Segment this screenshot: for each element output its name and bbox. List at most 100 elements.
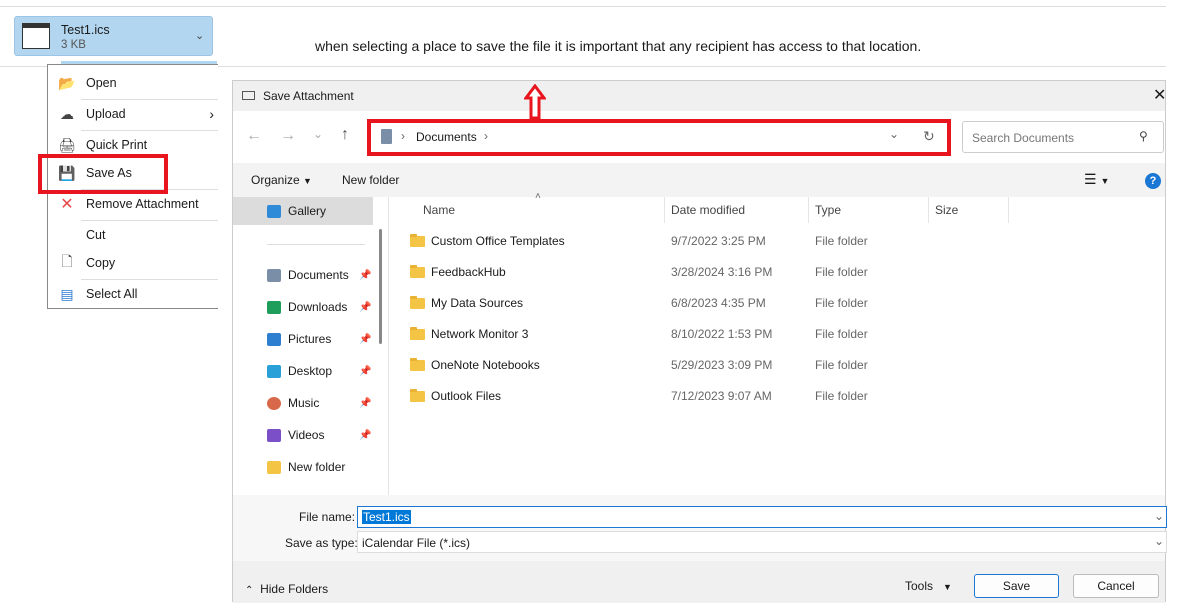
file-name: Custom Office Templates — [431, 234, 565, 248]
file-name: My Data Sources — [431, 296, 524, 310]
chevron-up-icon: ⌃ — [245, 585, 254, 596]
help-icon[interactable]: ? — [1145, 173, 1161, 189]
dialog-title: Save Attachment — [263, 89, 354, 103]
dialog-icon — [242, 91, 255, 100]
folder-icon — [410, 233, 425, 247]
cancel-button[interactable]: Cancel — [1073, 574, 1159, 598]
pin-icon: 📌 — [359, 301, 372, 313]
file-date: 5/29/2023 3:09 PM — [671, 358, 773, 372]
save-type-label: Save as type: — [285, 536, 358, 550]
file-name: Network Monitor 3 — [431, 327, 529, 341]
folder-icon — [267, 460, 281, 474]
file-row[interactable]: FeedbackHub 3/28/2024 3:16 PM File folde… — [388, 257, 1088, 287]
desktop-icon — [267, 364, 281, 378]
file-row[interactable]: Network Monitor 3 8/10/2022 1:53 PM File… — [388, 319, 1088, 349]
sort-indicator-icon: ˄ — [535, 191, 541, 202]
search-input[interactable]: Search Documents ⚲ — [962, 121, 1164, 153]
file-date: 8/10/2022 1:53 PM — [671, 327, 773, 341]
file-name: Outlook Files — [431, 389, 502, 403]
file-type: File folder — [815, 358, 868, 372]
up-arrow-icon[interactable]: ↑ — [341, 126, 349, 144]
pin-icon: 📌 — [359, 429, 372, 441]
attachment-name: Test1.ics — [61, 23, 110, 37]
view-options-icon[interactable]: ☰ ▼ — [1084, 171, 1109, 188]
attachment-chip[interactable]: Test1.ics 3 KB ⌄ — [14, 16, 213, 56]
open-folder-icon: 📂 — [58, 74, 76, 91]
file-row[interactable]: OneNote Notebooks 5/29/2023 3:09 PM File… — [388, 350, 1088, 380]
documents-icon — [267, 268, 281, 282]
file-name-label: File name: — [299, 510, 356, 524]
save-button[interactable]: Save — [974, 574, 1059, 598]
file-date: 7/12/2023 9:07 AM — [671, 389, 772, 403]
pin-icon: 📌 — [359, 397, 372, 409]
highlight-arrow-icon — [524, 84, 546, 120]
column-header-date[interactable]: Date modified — [671, 203, 745, 217]
column-header-type[interactable]: Type — [815, 203, 841, 217]
tools-button[interactable]: Tools ▼ — [905, 579, 952, 593]
attachment-size: 3 KB — [61, 39, 86, 51]
recent-chevron-icon[interactable]: ⌄ — [313, 127, 323, 141]
gallery-icon — [267, 204, 281, 218]
hide-folders-button[interactable]: ⌃ Hide Folders — [245, 582, 328, 596]
file-row[interactable]: Outlook Files 7/12/2023 9:07 AM File fol… — [388, 381, 1088, 411]
music-icon — [267, 396, 281, 410]
close-icon[interactable]: ✕ — [1153, 85, 1166, 105]
chevron-down-icon[interactable]: ⌄ — [1154, 509, 1164, 523]
file-name-input[interactable]: Test1.ics ⌄ — [357, 506, 1167, 528]
new-folder-button[interactable]: New folder — [342, 173, 399, 187]
chevron-down-icon: ⌄ — [1154, 534, 1165, 548]
folder-icon — [410, 295, 425, 309]
column-header-name[interactable]: Name — [423, 203, 455, 217]
file-type: File folder — [815, 389, 868, 403]
nav-item-music[interactable]: Music 📌 — [233, 389, 373, 417]
nav-item-desktop[interactable]: Desktop 📌 — [233, 357, 373, 385]
pin-icon: 📌 — [359, 333, 372, 345]
chevron-down-icon[interactable]: ⌄ — [195, 29, 204, 42]
menu-item-open[interactable]: 📂 Open — [48, 68, 218, 98]
nav-item-pictures[interactable]: Pictures 📌 — [233, 325, 373, 353]
file-type: File folder — [815, 296, 868, 310]
nav-item-videos[interactable]: Videos 📌 — [233, 421, 373, 449]
file-name: OneNote Notebooks — [431, 358, 540, 372]
cloud-upload-icon: ☁ — [60, 105, 74, 122]
menu-item-cut[interactable]: Cut — [48, 220, 218, 250]
nav-item-downloads[interactable]: Downloads 📌 — [233, 293, 373, 321]
file-date: 9/7/2022 3:25 PM — [671, 234, 766, 248]
chevron-right-icon: › — [209, 106, 214, 122]
nav-item-new-folder[interactable]: New folder — [233, 453, 373, 481]
printer-icon: 🖨 — [58, 136, 76, 153]
forward-arrow-icon[interactable]: → — [280, 127, 296, 145]
menu-item-select-all[interactable]: ▤ Select All — [48, 279, 218, 309]
file-date: 3/28/2024 3:16 PM — [671, 265, 773, 279]
save-as-highlight — [38, 154, 168, 194]
file-type: File folder — [815, 234, 868, 248]
column-header-size[interactable]: Size — [935, 203, 958, 217]
folder-icon — [410, 264, 425, 278]
file-date: 6/8/2023 4:35 PM — [671, 296, 766, 310]
instruction-text: when selecting a place to save the file … — [315, 38, 922, 54]
copy-icon: 🗋 — [61, 253, 73, 269]
folder-icon — [410, 357, 425, 371]
file-row[interactable]: My Data Sources 6/8/2023 4:35 PM File fo… — [388, 288, 1088, 318]
pin-icon: 📌 — [359, 269, 372, 281]
download-icon — [267, 300, 281, 314]
save-type-select[interactable]: iCalendar File (*.ics) ⌄ — [357, 531, 1167, 553]
file-type: File folder — [815, 327, 868, 341]
menu-item-copy[interactable]: 🗋 Copy — [48, 248, 218, 278]
file-row[interactable]: Custom Office Templates 9/7/2022 3:25 PM… — [388, 226, 1088, 256]
nav-item-documents[interactable]: Documents 📌 — [233, 261, 373, 289]
nav-item-gallery[interactable]: Gallery — [233, 197, 373, 225]
search-icon: ⚲ — [1139, 129, 1148, 143]
file-name: FeedbackHub — [431, 265, 506, 279]
organize-button[interactable]: Organize ▼ — [251, 173, 312, 187]
pictures-icon — [267, 332, 281, 346]
save-attachment-dialog: Save Attachment ✕ ← → ⌄ ↑ › Documents › … — [232, 80, 1167, 603]
nav-scrollbar[interactable] — [379, 229, 382, 344]
back-arrow-icon[interactable]: ← — [246, 127, 262, 145]
file-type: File folder — [815, 265, 868, 279]
folder-icon — [410, 326, 425, 340]
select-all-icon: ▤ — [60, 285, 74, 302]
address-bar-highlight — [367, 119, 951, 156]
folder-icon — [410, 388, 425, 402]
menu-item-upload[interactable]: ☁ Upload › — [48, 99, 218, 129]
